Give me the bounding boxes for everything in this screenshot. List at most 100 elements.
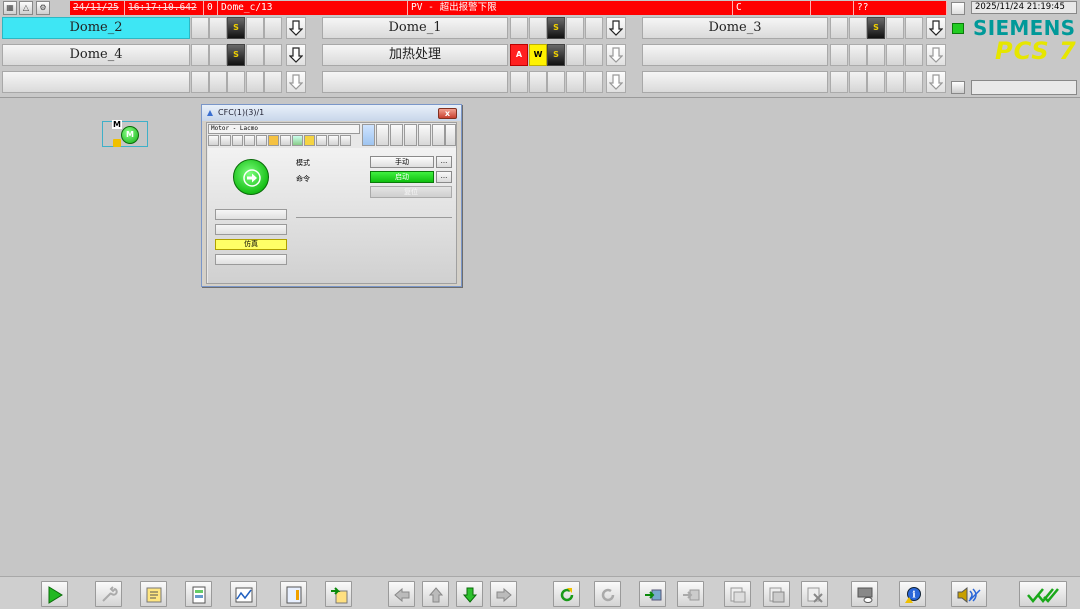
nav-down-button[interactable] bbox=[456, 581, 483, 607]
toolbar-blank-icon[interactable] bbox=[232, 135, 243, 146]
start-button[interactable] bbox=[41, 581, 68, 607]
area-cell bbox=[585, 44, 603, 66]
area-button-dome-2[interactable]: Dome_2 bbox=[2, 17, 190, 39]
more-views-icon[interactable] bbox=[432, 124, 445, 146]
command-button[interactable]: 启动 bbox=[370, 171, 434, 183]
trend-button[interactable] bbox=[230, 581, 257, 607]
area-down-arrow-icon[interactable] bbox=[606, 71, 626, 93]
area-cell bbox=[905, 44, 923, 66]
toolbar-blank-icon[interactable] bbox=[220, 135, 231, 146]
lock-icon[interactable] bbox=[268, 135, 279, 146]
area-down-arrow-icon[interactable] bbox=[286, 71, 306, 93]
area-cell bbox=[191, 17, 209, 39]
status-badge-heat-alarm[interactable]: A bbox=[510, 44, 528, 66]
nav-left-button[interactable] bbox=[388, 581, 415, 607]
area-cell bbox=[830, 17, 848, 39]
screen-button[interactable] bbox=[851, 581, 878, 607]
search-icon[interactable] bbox=[951, 81, 965, 94]
warning-icon[interactable] bbox=[304, 135, 315, 146]
motor-running-icon bbox=[233, 159, 269, 195]
toolbar-blank-icon[interactable] bbox=[328, 135, 339, 146]
area-down-arrow-icon[interactable] bbox=[606, 44, 626, 66]
faceplate-tag: Motor - Lacmo bbox=[208, 124, 360, 134]
overview-icon[interactable]: ▦ bbox=[3, 1, 17, 15]
info-button[interactable]: i bbox=[899, 581, 926, 607]
toolbar-blank-icon[interactable] bbox=[208, 135, 219, 146]
area-down-arrow-icon[interactable] bbox=[606, 17, 626, 39]
area-cell bbox=[191, 44, 209, 66]
command-dots-button[interactable]: ... bbox=[436, 171, 452, 183]
area-button-heat-treatment[interactable]: 加热处理 bbox=[322, 44, 508, 66]
report-button[interactable] bbox=[140, 581, 167, 607]
faceplate-toolbar bbox=[208, 135, 360, 146]
area-cell bbox=[830, 44, 848, 66]
toolbar-blank-icon[interactable] bbox=[256, 135, 267, 146]
acknowledge-button[interactable] bbox=[1019, 581, 1067, 607]
close-button[interactable]: x bbox=[438, 108, 457, 119]
bottom-toolbar: i bbox=[0, 576, 1080, 609]
process-button[interactable] bbox=[280, 581, 307, 607]
motor-icon[interactable]: M bbox=[121, 126, 139, 144]
print-button[interactable] bbox=[724, 581, 751, 607]
area-cell bbox=[209, 44, 227, 66]
faceplate-titlebar[interactable]: CFC(1)(3)/1 x bbox=[202, 105, 461, 121]
area-cell bbox=[264, 71, 282, 93]
area-button-dome-4[interactable]: Dome_4 bbox=[2, 44, 190, 66]
step-button[interactable] bbox=[639, 581, 666, 607]
status-badge-heat-warning[interactable]: W bbox=[529, 44, 547, 66]
motor-faceplate-window[interactable]: CFC(1)(3)/1 x Motor - Lacmo 仿真 模式 命令 手动 … bbox=[201, 104, 462, 287]
area-down-arrow-icon[interactable] bbox=[286, 17, 306, 39]
toolbar-blank-icon[interactable] bbox=[244, 135, 255, 146]
mode-dots-button[interactable]: ... bbox=[436, 156, 452, 168]
area-button-dome-3[interactable]: Dome_3 bbox=[642, 17, 828, 39]
area-down-arrow-icon[interactable] bbox=[286, 44, 306, 66]
tools-button[interactable] bbox=[95, 581, 122, 607]
reset-button[interactable]: 复位 bbox=[370, 186, 452, 198]
area-button-dome-1[interactable]: Dome_1 bbox=[322, 17, 508, 39]
close-icon bbox=[807, 587, 823, 603]
check-icon[interactable] bbox=[292, 135, 303, 146]
area-cell bbox=[547, 71, 565, 93]
batch-button[interactable] bbox=[185, 581, 212, 607]
search-input[interactable] bbox=[971, 80, 1077, 95]
io-icon[interactable] bbox=[445, 124, 456, 146]
alarm-icon[interactable]: △ bbox=[19, 1, 33, 15]
toolbar-blank-icon[interactable] bbox=[316, 135, 327, 146]
status-badge-dome-3[interactable]: S bbox=[867, 17, 885, 39]
toolbar-blank-icon[interactable] bbox=[280, 135, 291, 146]
status-badge-dome-1[interactable]: S bbox=[547, 17, 565, 39]
area-cell bbox=[246, 71, 264, 93]
faceplate-main: 仿真 模式 命令 手动 ... 启动 ... 复位 bbox=[208, 148, 456, 283]
step-icon bbox=[645, 589, 662, 601]
area-down-arrow-icon[interactable] bbox=[926, 17, 946, 39]
nav-right-button[interactable] bbox=[490, 581, 517, 607]
calendar-icon[interactable] bbox=[951, 2, 965, 15]
motor-block-symbol[interactable]: M M bbox=[102, 120, 148, 147]
area-cell bbox=[849, 17, 867, 39]
audio-button[interactable] bbox=[951, 581, 987, 607]
options-icon[interactable]: ⚙ bbox=[36, 1, 50, 15]
message-view-icon[interactable] bbox=[418, 124, 431, 146]
mode-button[interactable]: 手动 bbox=[370, 156, 434, 168]
copy-button[interactable] bbox=[763, 581, 790, 607]
redo-button[interactable] bbox=[594, 581, 621, 607]
area-cell bbox=[510, 17, 528, 39]
nav-up-button[interactable] bbox=[422, 581, 449, 607]
refresh-button[interactable] bbox=[553, 581, 580, 607]
trend-view-icon[interactable] bbox=[404, 124, 417, 146]
status-badge-dome-4[interactable]: S bbox=[227, 44, 245, 66]
toolbar-blank-icon[interactable] bbox=[340, 135, 351, 146]
area-button-empty bbox=[322, 71, 508, 93]
parameter-view-icon[interactable] bbox=[376, 124, 389, 146]
alarm-line[interactable]: 24/11/25 16:17:10.642 0 Dome_c/13 PV - 超… bbox=[70, 1, 947, 15]
limit-view-icon[interactable] bbox=[390, 124, 403, 146]
status-badge-heat-simulation[interactable]: S bbox=[547, 44, 565, 66]
area-down-arrow-icon[interactable] bbox=[926, 44, 946, 66]
forward-button[interactable] bbox=[677, 581, 704, 607]
close-picture-button[interactable] bbox=[801, 581, 828, 607]
area-cell bbox=[849, 44, 867, 66]
status-badge-dome-2[interactable]: S bbox=[227, 17, 245, 39]
export-button[interactable] bbox=[325, 581, 352, 607]
area-down-arrow-icon[interactable] bbox=[926, 71, 946, 93]
standard-view-icon[interactable] bbox=[362, 124, 375, 146]
